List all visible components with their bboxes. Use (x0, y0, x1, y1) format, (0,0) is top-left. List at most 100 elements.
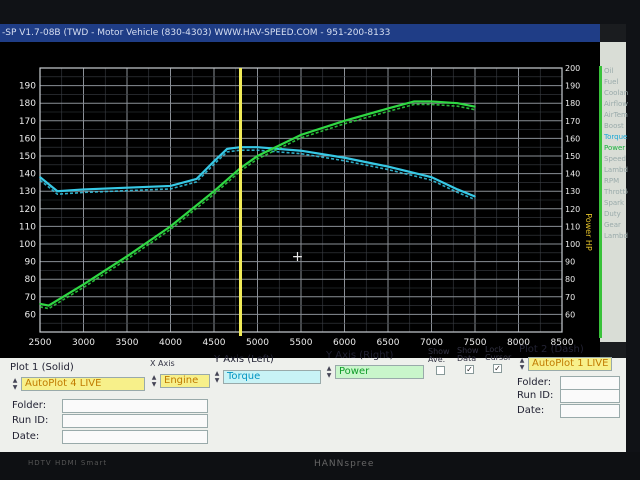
bezel-badges: HDTV HDMI Smart (28, 459, 108, 467)
y-right-tick-label: 190 (565, 82, 580, 91)
y-right-tick-label: 150 (565, 152, 580, 161)
legend-item[interactable]: Fuel (604, 77, 628, 88)
legend-item[interactable]: Boost (604, 121, 628, 132)
legend-item[interactable]: Lambda (604, 165, 628, 176)
legend-item[interactable]: Throttle (604, 187, 628, 198)
legend-selection-bar (599, 66, 602, 338)
series-point (343, 120, 346, 122)
run-id-field[interactable] (62, 414, 208, 428)
y-axis-right-select[interactable]: Power (335, 365, 424, 379)
crosshair-cursor-icon: + (291, 249, 304, 265)
y-left-tick-label: 60 (25, 310, 37, 320)
chart-grid (39, 67, 563, 333)
series-point (456, 102, 459, 104)
run-id2-label: Run ID: (517, 390, 554, 401)
y-left-tick-label: 70 (25, 293, 37, 303)
legend-item[interactable]: Lambda2 (604, 231, 628, 242)
series-point (256, 155, 259, 157)
series-point (82, 188, 85, 191)
series-point (300, 134, 302, 136)
series-point (343, 156, 346, 159)
dyno-chart-area[interactable]: 2500 3000 3500 4000 4500 5000 5500 6000 6500 7000… (0, 42, 600, 358)
y-left-tick-label: 190 (19, 82, 36, 92)
y-left-spinner-icon[interactable]: ▲ ▼ (214, 370, 220, 384)
y-right-tick-label: 130 (565, 187, 580, 196)
legend-item[interactable]: Duty (604, 209, 628, 220)
photo-frame: -SP V1.7-08B (TWD - Motor Vehicle (830-4… (0, 0, 640, 480)
y-right-spinner-icon[interactable]: ▲ ▼ (326, 365, 332, 379)
legend-item[interactable]: AirTemp (604, 110, 628, 121)
y-right-tick-label: 110 (565, 222, 580, 231)
series-point (213, 160, 215, 163)
y-right-axis-ticks: 60 70 80 90 100 110 120 130 140 150 160 170 180 190 20… (565, 64, 580, 319)
x-axis-select[interactable]: Engine (160, 374, 210, 388)
lock-cursor-checkbox[interactable]: ✓ (493, 364, 502, 373)
series-point (256, 146, 259, 148)
plot1-spinner-icon[interactable]: ▲ ▼ (12, 377, 18, 391)
window-title-bar: -SP V1.7-08B (TWD - Motor Vehicle (830-4… (0, 24, 600, 42)
y-left-tick-label: 90 (25, 258, 37, 268)
y-left-tick-label: 110 (19, 222, 36, 232)
series-point (456, 188, 459, 191)
series-point (213, 190, 215, 192)
y-right-tick-label: 70 (565, 293, 575, 302)
series-point (82, 283, 85, 286)
show-ave-checkbox[interactable] (436, 366, 445, 375)
legend-item[interactable]: Coolant (604, 88, 628, 99)
x-tick-label: 4000 (159, 338, 182, 348)
series-point (413, 100, 415, 103)
show-data-checkbox[interactable]: ✓ (465, 365, 474, 374)
plot2-label: Plot 2 (Dash) (519, 344, 584, 355)
series-point (430, 100, 433, 103)
date-field[interactable] (62, 430, 208, 444)
legend-item[interactable]: Airflow (604, 99, 628, 110)
chart-cursor-line[interactable] (239, 68, 243, 336)
plot2-select[interactable]: AutoPlot 1 LIVE (528, 357, 612, 371)
dyno-chart[interactable]: 2500 3000 3500 4000 4500 5000 5500 6000 6500 7000… (0, 42, 600, 358)
series-point (39, 303, 41, 305)
y-right-tick-label: 60 (565, 310, 575, 319)
plot2-spinner-icon[interactable]: ▲ ▼ (519, 357, 525, 371)
y-left-tick-label: 140 (19, 170, 36, 180)
legend-item[interactable]: Speed (604, 154, 628, 165)
y-right-tick-label: 80 (565, 275, 575, 284)
x-tick-label: 2500 (29, 338, 52, 348)
series-point (387, 165, 389, 168)
y-left-tick-label: 160 (19, 134, 36, 144)
y-axis-left-select[interactable]: Torque (223, 370, 321, 384)
series-point (195, 178, 198, 180)
x-axis-label: X Axis (150, 359, 175, 368)
series-point (126, 255, 128, 258)
y-right-tick-label: 160 (565, 134, 580, 143)
x-tick-label: 5500 (290, 338, 313, 348)
run-id2-field[interactable] (560, 389, 620, 403)
folder-field[interactable] (62, 399, 208, 413)
x-tick-label: 5000 (246, 338, 269, 348)
y-left-tick-label: 170 (19, 117, 36, 127)
date2-field[interactable] (560, 404, 620, 418)
legend-item[interactable]: RPM (604, 176, 628, 187)
series-point (387, 107, 389, 110)
legend-item[interactable]: Gear (604, 220, 628, 231)
y-left-tick-label: 180 (19, 99, 36, 109)
legend-item[interactable]: Spark (604, 198, 628, 209)
series-point (47, 304, 50, 307)
folder2-label: Folder: (517, 377, 552, 388)
x-tick-label: 3000 (72, 338, 95, 348)
show-data-label: Show Data (457, 346, 479, 363)
y-left-tick-label: 150 (19, 152, 36, 162)
legend-item[interactable]: Power (604, 143, 628, 154)
lock-cursor-label: Lock Cursor (485, 345, 512, 362)
legend-item[interactable]: Oil (604, 66, 628, 77)
show-ave-label: Show Ave. (428, 347, 450, 364)
folder-label: Folder: (12, 400, 47, 411)
folder2-field[interactable] (560, 376, 620, 390)
y-left-tick-label: 130 (19, 187, 36, 197)
y-right-tick-label: 90 (565, 258, 575, 267)
y-left-tick-label: 120 (19, 205, 36, 215)
plot1-select[interactable]: AutoPlot 4 LIVE (21, 377, 145, 391)
series-point (474, 195, 476, 198)
legend-item[interactable]: Torque (604, 132, 628, 143)
window-title: -SP V1.7-08B (TWD - Motor Vehicle (830-4… (2, 28, 391, 38)
x-axis-spinner-icon[interactable]: ▲ ▼ (151, 374, 157, 388)
